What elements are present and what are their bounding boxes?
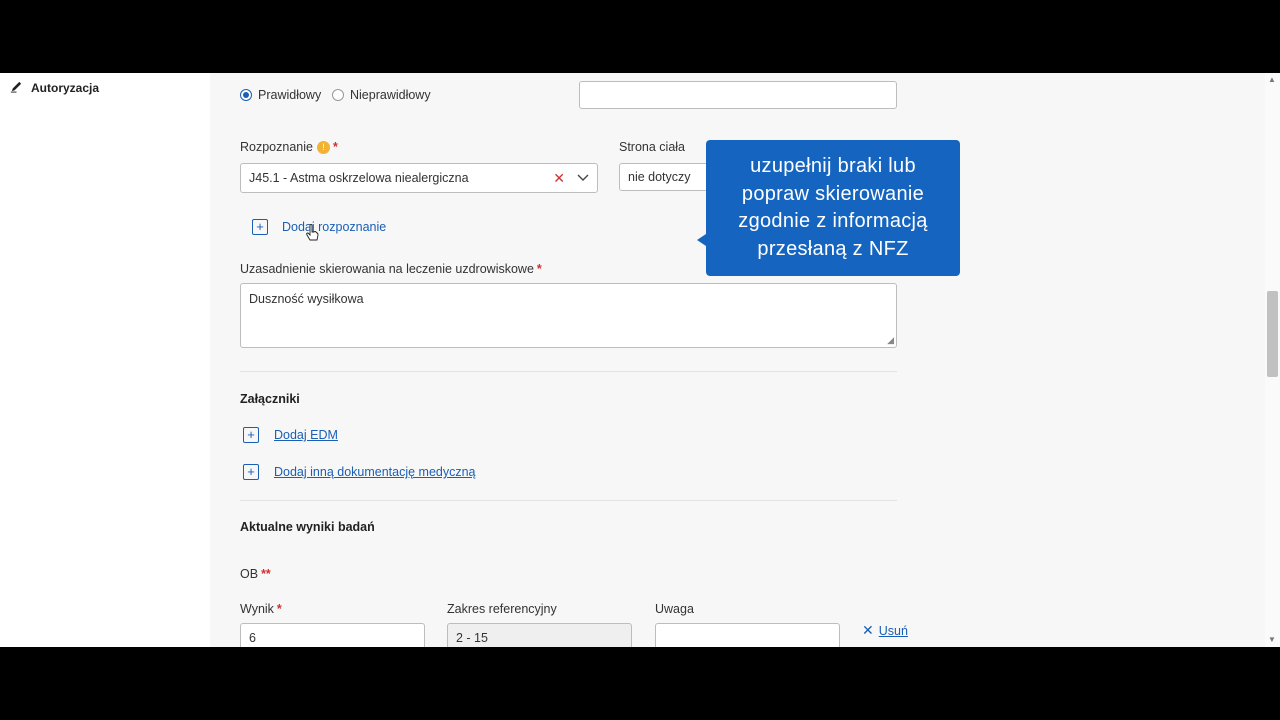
result-input[interactable]: 6 [240, 623, 425, 647]
plus-icon: + [243, 464, 259, 480]
radio-valid[interactable]: Prawidłowy [240, 88, 321, 102]
close-icon: ✕ [862, 622, 874, 638]
clear-icon[interactable]: ✕ [553, 170, 565, 187]
justification-textarea[interactable]: Duszność wysiłkowa ◢ [240, 283, 897, 348]
diagnosis-value: J45.1 - Astma oskrzelowa niealergiczna [249, 171, 469, 185]
radio-unchecked-icon [332, 89, 344, 101]
radio-valid-label: Prawidłowy [258, 88, 322, 102]
note-label: Uwaga [655, 602, 694, 616]
justification-value: Duszność wysiłkowa [249, 292, 364, 306]
sidebar-item-label: Autoryzacja [31, 81, 100, 95]
divider [240, 500, 897, 501]
plus-icon: + [252, 219, 268, 235]
add-diagnosis-link[interactable]: Dodaj rozpoznanie [282, 220, 386, 234]
results-title: Aktualne wyniki badań [240, 520, 375, 534]
remove-button[interactable]: ✕ Usuń [862, 622, 908, 639]
justification-label: Uzasadnienie skierowania na leczenie uzd… [240, 262, 542, 276]
ref-range-label: Zakres referencyjny [447, 602, 557, 616]
sidebar-item-authorization[interactable]: Autoryzacja [10, 80, 99, 96]
radio-checked-icon [240, 89, 252, 101]
scroll-down-icon[interactable]: ▼ [1268, 635, 1276, 644]
warning-icon: ! [316, 141, 330, 155]
result-label: Wynik * [240, 602, 282, 616]
radio-invalid-label: Nieprawidłowy [350, 88, 431, 102]
tooltip-line: przesłaną z NFZ [757, 237, 909, 260]
add-diagnosis-button[interactable]: + Dodaj rozpoznanie [252, 219, 386, 235]
scrollbar-thumb[interactable] [1267, 291, 1278, 377]
ref-range-value: 2 - 15 [456, 631, 488, 645]
ob-label: OB ** [240, 567, 271, 581]
attachments-title: Załączniki [240, 392, 300, 406]
top-text-field[interactable] [579, 81, 897, 109]
diagnosis-label: Rozpoznanie! * [240, 140, 338, 155]
body-side-select[interactable]: nie dotyczy [619, 163, 719, 191]
chevron-down-icon[interactable] [577, 171, 589, 185]
plus-icon: + [243, 427, 259, 443]
add-edm-link[interactable]: Dodaj EDM [274, 428, 338, 442]
body-side-label: Strona ciała [619, 140, 686, 154]
pen-icon [10, 80, 23, 96]
add-other-docs-button[interactable]: + Dodaj inną dokumentację medyczną [243, 464, 476, 480]
result-value: 6 [249, 631, 256, 645]
remove-link[interactable]: Usuń [879, 624, 908, 638]
hand-cursor-icon [306, 224, 319, 241]
divider [240, 371, 897, 372]
tooltip-line: popraw skierowanie [741, 182, 925, 205]
note-input[interactable] [655, 623, 840, 647]
tooltip-line: uzupełnij braki lub [750, 155, 916, 177]
ref-range-input: 2 - 15 [447, 623, 632, 647]
resize-handle-icon[interactable]: ◢ [887, 335, 894, 346]
nfz-info-tooltip: uzupełnij braki lub popraw skierowanie z… [706, 140, 960, 276]
app-viewport: Autoryzacja Prawidłowy Nieprawidłowy Roz… [0, 73, 1280, 647]
add-other-docs-link[interactable]: Dodaj inną dokumentację medyczną [274, 465, 476, 479]
sidebar: Autoryzacja [0, 73, 210, 647]
add-edm-button[interactable]: + Dodaj EDM [243, 427, 338, 443]
body-side-value: nie dotyczy [628, 170, 691, 184]
scroll-up-icon[interactable]: ▲ [1268, 75, 1276, 84]
diagnosis-select[interactable]: J45.1 - Astma oskrzelowa niealergiczna ✕ [240, 163, 598, 193]
tooltip-line: zgodnie z informacją [738, 210, 928, 232]
radio-invalid[interactable]: Nieprawidłowy [332, 88, 431, 102]
